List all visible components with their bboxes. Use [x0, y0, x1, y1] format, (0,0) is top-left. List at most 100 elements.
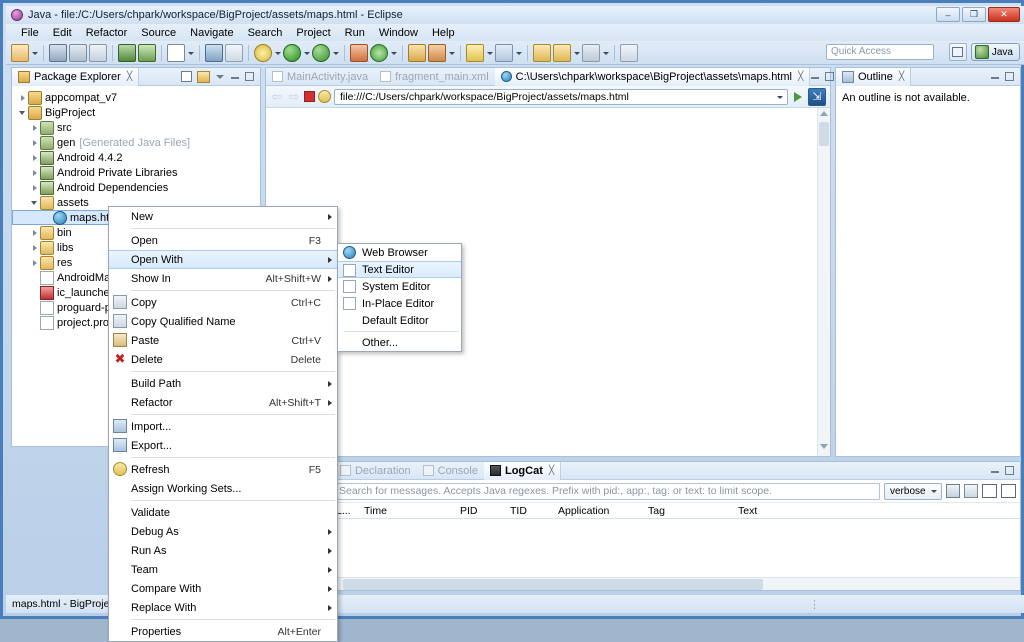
- search-icon[interactable]: [428, 43, 446, 62]
- bottom-tab[interactable]: LogCat ╳: [483, 461, 562, 480]
- close-icon[interactable]: ╳: [798, 71, 803, 82]
- open-with-item[interactable]: Other...: [338, 334, 461, 351]
- menu-help[interactable]: Help: [425, 26, 462, 40]
- context-menu-item[interactable]: Open With: [109, 250, 337, 269]
- open-with-item[interactable]: Default Editor: [338, 312, 461, 329]
- scroll-thumb[interactable]: [819, 122, 829, 146]
- tree-twisty-icon[interactable]: [18, 108, 28, 118]
- minimize-icon[interactable]: [230, 72, 240, 82]
- build-icon[interactable]: [167, 43, 185, 62]
- previous-annotation-icon[interactable]: [495, 43, 513, 62]
- context-menu-item[interactable]: Refactor Alt+Shift+T: [109, 393, 337, 412]
- tree-twisty-icon[interactable]: [30, 153, 40, 163]
- refresh-icon[interactable]: [318, 90, 331, 103]
- build-dropdown-icon[interactable]: [186, 45, 195, 61]
- save-log-icon[interactable]: [946, 484, 960, 498]
- menu-navigate[interactable]: Navigate: [183, 26, 240, 40]
- next-annotation-icon[interactable]: [466, 43, 484, 62]
- menu-search[interactable]: Search: [241, 26, 290, 40]
- open-perspective-icon[interactable]: [948, 43, 967, 61]
- maximize-icon[interactable]: [245, 71, 255, 82]
- next-annotation-dropdown-icon[interactable]: [485, 45, 494, 61]
- tree-twisty-icon[interactable]: [30, 198, 40, 208]
- context-menu-item[interactable]: Refresh F5: [109, 460, 337, 479]
- tree-item[interactable]: appcompat_v7: [12, 90, 260, 105]
- save-all-icon[interactable]: [69, 43, 87, 62]
- log-level-select[interactable]: verbose: [884, 482, 942, 500]
- maximize-icon[interactable]: [1005, 465, 1015, 476]
- open-type-icon[interactable]: [408, 43, 426, 62]
- android-sdk-manager-icon[interactable]: [138, 43, 156, 62]
- search-dropdown-icon[interactable]: [447, 45, 456, 61]
- logcat-horizontal-scrollbar[interactable]: [330, 577, 1020, 590]
- new-android-project-icon[interactable]: [205, 43, 223, 62]
- save-icon[interactable]: [49, 43, 67, 62]
- column-header[interactable]: Text: [732, 505, 932, 517]
- menu-edit[interactable]: Edit: [46, 26, 79, 40]
- maximize-button[interactable]: ❐: [962, 7, 986, 22]
- back-icon[interactable]: [533, 43, 551, 62]
- maximize-icon[interactable]: [1005, 71, 1015, 82]
- context-menu-item[interactable]: Open F3: [109, 231, 337, 250]
- new-dropdown-icon[interactable]: [30, 45, 39, 61]
- next-edit-dropdown-icon[interactable]: [601, 45, 610, 61]
- scroll-thumb[interactable]: [343, 578, 763, 590]
- tree-twisty-icon[interactable]: [18, 93, 28, 103]
- menu-window[interactable]: Window: [372, 26, 425, 40]
- minimize-icon[interactable]: [990, 466, 1000, 476]
- forward-dropdown-icon[interactable]: [572, 45, 581, 61]
- context-menu-item[interactable]: Show In Alt+Shift+W: [109, 269, 337, 288]
- tree-twisty-icon[interactable]: [30, 168, 40, 178]
- run-external-tools-icon[interactable]: [312, 43, 330, 62]
- tree-twisty-icon[interactable]: [30, 138, 40, 148]
- back-icon[interactable]: ⇦: [270, 89, 284, 104]
- tree-item[interactable]: src: [12, 120, 260, 135]
- editor-tab[interactable]: C:\Users\chpark\workspace\BigProject\ass…: [494, 67, 811, 86]
- open-with-item[interactable]: Web Browser: [338, 244, 461, 261]
- column-header[interactable]: Time: [358, 505, 454, 517]
- close-icon[interactable]: ╳: [549, 465, 554, 476]
- maximize-icon[interactable]: [825, 71, 835, 82]
- context-menu-item[interactable]: Build Path: [109, 374, 337, 393]
- open-with-item[interactable]: Text Editor: [338, 261, 461, 278]
- tree-twisty-icon[interactable]: [30, 228, 40, 238]
- editor-tab[interactable]: fragment_main.xml: [374, 68, 495, 86]
- column-header[interactable]: Application: [552, 505, 642, 517]
- new-icon[interactable]: [11, 43, 29, 62]
- bottom-tab[interactable]: Declaration: [334, 462, 417, 480]
- next-edit-icon[interactable]: [582, 43, 600, 62]
- forward-icon[interactable]: ⇨: [287, 89, 301, 104]
- export-android-icon[interactable]: [118, 43, 136, 62]
- tree-item[interactable]: Android Private Libraries: [12, 165, 260, 180]
- display-view-icon[interactable]: [982, 484, 997, 498]
- context-menu-item[interactable]: New: [109, 207, 337, 226]
- perspective-java-button[interactable]: Java: [970, 43, 1020, 61]
- menu-refactor[interactable]: Refactor: [79, 26, 135, 40]
- link-with-editor-icon[interactable]: [197, 70, 210, 83]
- minimize-icon[interactable]: [810, 72, 820, 82]
- new-java-dropdown-icon[interactable]: [389, 45, 398, 61]
- run-icon[interactable]: [283, 43, 301, 62]
- new-java-class-icon[interactable]: [350, 43, 368, 62]
- clear-log-icon[interactable]: [964, 484, 978, 498]
- logcat-search-input[interactable]: Search for messages. Accepts Java regexe…: [334, 482, 880, 500]
- tree-item[interactable]: Android Dependencies: [12, 180, 260, 195]
- tree-twisty-icon[interactable]: [30, 258, 40, 268]
- tree-item[interactable]: gen [Generated Java Files]: [12, 135, 260, 150]
- context-menu-item[interactable]: Compare With: [109, 579, 337, 598]
- pencil-icon[interactable]: [225, 43, 243, 62]
- column-header[interactable]: PID: [454, 505, 504, 517]
- column-header[interactable]: TID: [504, 505, 552, 517]
- editor-tab[interactable]: MainActivity.java: [266, 68, 374, 86]
- tree-item[interactable]: Android 4.4.2: [12, 150, 260, 165]
- external-tools-dropdown-icon[interactable]: [331, 45, 340, 61]
- new-java-package-icon[interactable]: [370, 43, 388, 62]
- menu-file[interactable]: File: [14, 26, 46, 40]
- open-with-item[interactable]: System Editor: [338, 278, 461, 295]
- context-menu-item[interactable]: Export...: [109, 436, 337, 455]
- editor-vertical-scrollbar[interactable]: [817, 108, 830, 456]
- tab-outline[interactable]: Outline ╳: [836, 67, 912, 86]
- chevron-down-icon[interactable]: [775, 90, 785, 104]
- context-menu-item[interactable]: Copy Qualified Name: [109, 312, 337, 331]
- minimize-button[interactable]: –: [936, 7, 960, 22]
